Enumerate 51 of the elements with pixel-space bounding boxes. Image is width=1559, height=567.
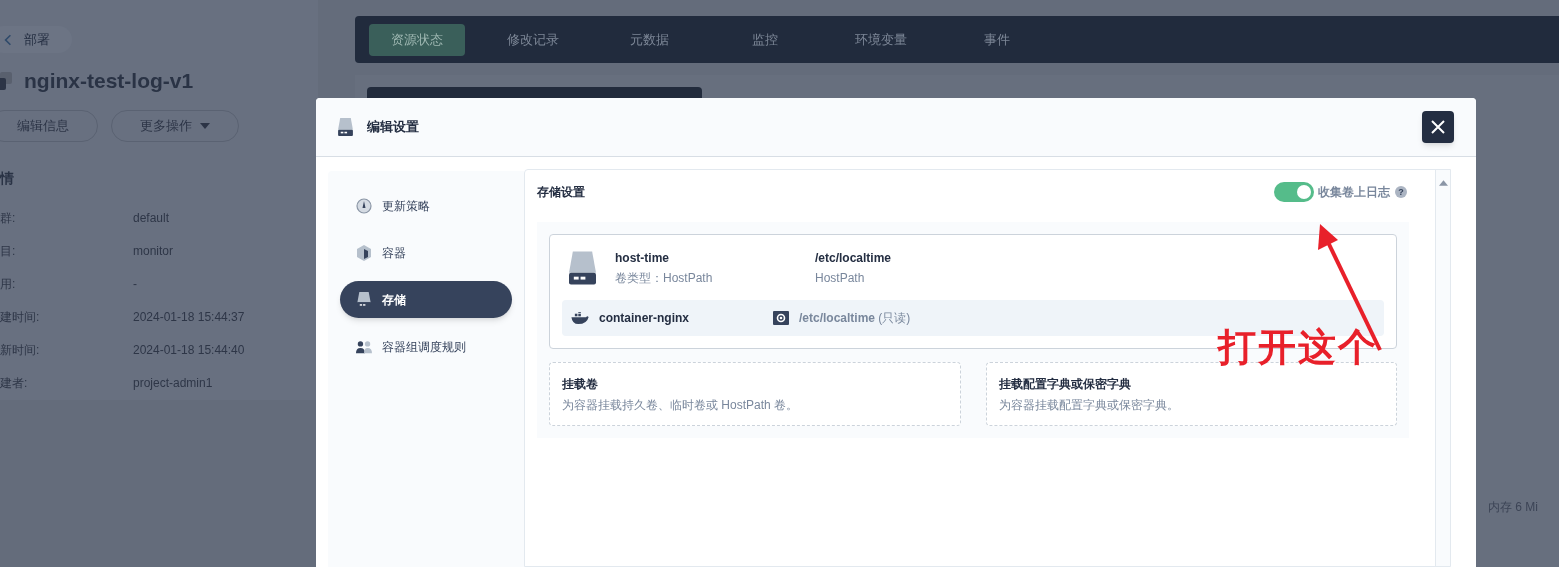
detail-value: 2024-01-18 15:44:37 (133, 309, 245, 326)
gauge-icon (356, 197, 372, 214)
detail-value: default (133, 210, 170, 227)
disk-icon (338, 118, 353, 136)
dialog-title: 编辑设置 (367, 118, 419, 137)
nav-item[interactable]: 存储 (340, 281, 512, 318)
tab[interactable]: 事件 (949, 23, 1045, 56)
toggle-switch[interactable] (1274, 182, 1314, 202)
section-title: 存储设置 (537, 184, 585, 201)
volume-type: 卷类型：HostPath (615, 270, 714, 287)
volume-name: host-time (615, 250, 670, 267)
chevron-left-icon (4, 33, 12, 46)
nav-item[interactable]: 容器组调度规则 (340, 328, 512, 365)
scroll-up-icon (1438, 180, 1448, 186)
detail-value: - (133, 276, 137, 293)
mount-path: /etc/localtime (只读) (799, 310, 911, 327)
breadcrumb-back-button[interactable]: 部署 (0, 26, 72, 53)
tab[interactable]: 监控 (717, 23, 813, 56)
gear-icon (773, 311, 789, 325)
nav-item[interactable]: 容器 (340, 234, 512, 271)
deployment-icon (0, 71, 12, 90)
help-icon[interactable]: ? (1395, 186, 1407, 198)
close-icon (1431, 120, 1445, 134)
toggle-label: 收集卷上日志 (1318, 184, 1390, 201)
option-title: 挂载卷 (562, 375, 598, 393)
container-name: container-nginx (599, 310, 690, 327)
detail-value: monitor (133, 243, 173, 260)
section-heading: 情 (0, 168, 15, 188)
detail-value: project-admin1 (133, 375, 213, 392)
volume-path: /etc/localtime (815, 250, 892, 267)
tab[interactable]: 元数据 (601, 23, 697, 56)
disk-icon (569, 251, 596, 285)
volume-path-type: HostPath (815, 270, 866, 287)
option-title: 挂载配置字典或保密字典 (998, 375, 1131, 393)
detail-value: 2024-01-18 15:44:40 (133, 342, 245, 359)
add-option-card[interactable]: 挂载卷 为容器挂载持久卷、临时卷或 HostPath 卷。 (549, 362, 961, 426)
caret-down-icon (200, 122, 210, 129)
close-button[interactable] (1422, 111, 1454, 143)
option-description: 为容器挂载持久卷、临时卷或 HostPath 卷。 (562, 396, 799, 414)
tab[interactable]: 资源状态 (369, 23, 465, 56)
detail-label: 用: (0, 276, 17, 293)
detail-label: 建者: (0, 375, 29, 392)
docker-icon (571, 312, 589, 324)
disk-icon (356, 291, 372, 308)
deployment-title: nginx-test-log-v1 (24, 68, 194, 94)
nav-item[interactable]: 更新策略 (340, 187, 512, 224)
cube-icon (356, 244, 372, 261)
tab[interactable]: 修改记录 (485, 23, 581, 56)
users-icon (356, 338, 372, 355)
option-description: 为容器挂载配置字典或保密字典。 (998, 396, 1179, 414)
tab[interactable]: 环境变量 (833, 23, 929, 56)
